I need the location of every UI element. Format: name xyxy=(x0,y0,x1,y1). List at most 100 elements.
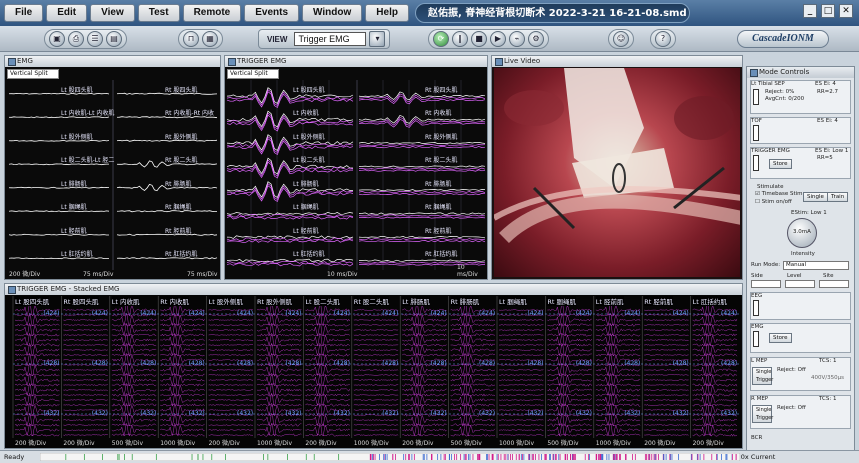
pause-icon[interactable]: ‖ xyxy=(452,31,468,47)
site-select[interactable] xyxy=(819,280,849,288)
stacked-trace xyxy=(63,429,108,431)
stacked-trace xyxy=(402,422,447,437)
emg-channel-label-right: Rt 股二头肌 xyxy=(165,157,198,165)
menu-remote[interactable]: Remote xyxy=(182,4,242,22)
lmep-value: 400V/350μs xyxy=(811,375,844,381)
maximize-button[interactable]: □ xyxy=(821,4,835,18)
emg-left-trace xyxy=(8,210,110,213)
menu-window[interactable]: Window xyxy=(302,4,363,22)
stacked-trace xyxy=(256,393,302,397)
stacked-trace xyxy=(14,393,60,397)
stacked-trace xyxy=(208,379,253,381)
print-icon[interactable]: ⎙ xyxy=(68,31,84,47)
menu-test[interactable]: Test xyxy=(137,4,180,22)
emg-left-trace xyxy=(8,139,110,142)
eeg-label: EEG xyxy=(751,293,763,299)
stacked-trace xyxy=(450,373,496,377)
run-mode-select[interactable]: Manual xyxy=(783,261,849,270)
lmep-single-trigger-button[interactable]: Single Trigger xyxy=(752,367,773,385)
trigger-channel-label-left: Lt 肛括约肌 xyxy=(293,251,325,259)
lock-icon[interactable]: ⊓ xyxy=(183,31,199,47)
stacked-trace xyxy=(208,349,254,351)
stacked-trace xyxy=(644,334,689,336)
stacked-trace xyxy=(644,319,689,321)
stacked-marker-label: (432) xyxy=(479,410,496,417)
eeg-indicator xyxy=(753,300,759,316)
stacked-trace xyxy=(498,349,544,351)
help-icon[interactable]: ? xyxy=(655,31,671,47)
users-icon[interactable]: ☺ xyxy=(613,31,629,47)
trigger-left-trace xyxy=(226,185,354,203)
minimize-button[interactable]: _ xyxy=(803,4,817,18)
stacked-trace xyxy=(305,353,350,357)
emg-left-trace xyxy=(8,186,110,189)
stacked-column-label: Rt 胫前肌 xyxy=(644,296,673,306)
stacked-trace xyxy=(256,433,302,437)
temg-store-button[interactable]: Store xyxy=(769,159,792,169)
view-select[interactable]: Trigger EMG xyxy=(294,32,367,46)
stacked-marker-label: (428) xyxy=(140,360,157,367)
stacked-trace xyxy=(644,339,689,341)
stacked-trace xyxy=(256,373,302,377)
ep-icon[interactable]: ⌁ xyxy=(509,31,525,47)
site-label: Site xyxy=(823,273,834,279)
stacked-column-scale: 1000 微/Div xyxy=(353,440,389,447)
review-icon[interactable]: ☰ xyxy=(87,31,103,47)
stacked-trace xyxy=(63,339,108,341)
save-icon[interactable]: ▣ xyxy=(49,31,65,47)
event-timeline[interactable] xyxy=(40,453,740,461)
menu-edit[interactable]: Edit xyxy=(46,4,88,22)
menu-bar: File Edit View Test Remote Events Window… xyxy=(4,4,409,22)
emg-channel-label-left: Lt 内收肌-Lt 内收肌 xyxy=(61,110,115,118)
view-group: VIEW Trigger EMG ▾ xyxy=(258,29,391,49)
side-select[interactable] xyxy=(751,280,781,288)
notes-icon[interactable]: ▤ xyxy=(106,31,122,47)
menu-help[interactable]: Help xyxy=(365,4,409,22)
temg-indicator xyxy=(753,155,759,171)
trigger-left-trace xyxy=(226,212,354,216)
stacked-marker-label: (432) xyxy=(527,410,544,417)
stacked-trace xyxy=(450,323,496,327)
rmep-single-trigger-button[interactable]: Single Trigger xyxy=(752,405,773,423)
stacked-trace xyxy=(305,373,350,377)
trigger-channel-label-right: Rt 内收肌 xyxy=(425,110,452,118)
stacked-trace xyxy=(498,319,544,321)
stacked-trace xyxy=(208,404,254,406)
stacked-column-scale: 1000 微/Div xyxy=(257,440,293,447)
level-select[interactable] xyxy=(785,280,815,288)
stacked-column-scale: 200 微/Div xyxy=(305,440,337,447)
menu-view[interactable]: View xyxy=(90,4,135,22)
menu-events[interactable]: Events xyxy=(244,4,300,22)
stacked-column-scale: 200 微/Div xyxy=(692,440,724,447)
config-icon[interactable]: ⚙ xyxy=(528,31,544,47)
stacked-column-scale: 1000 微/Div xyxy=(595,440,631,447)
chevron-down-icon[interactable]: ▾ xyxy=(369,31,386,47)
stacked-trace xyxy=(644,329,689,331)
stacked-trace xyxy=(208,354,254,356)
emg-store-button[interactable]: Store xyxy=(769,333,792,343)
stacked-marker-label: (428) xyxy=(285,360,302,367)
stacked-trace xyxy=(450,393,496,397)
stacked-trace xyxy=(498,419,544,421)
menu-file[interactable]: File xyxy=(4,4,44,22)
close-button[interactable]: ✕ xyxy=(839,4,853,18)
refresh-icon[interactable]: ⟳ xyxy=(433,31,449,47)
single-stim-button[interactable]: Single xyxy=(803,192,828,202)
emg-channel-label-left: Lt 肛括约肌 xyxy=(61,251,93,259)
stacked-trace xyxy=(353,369,399,371)
layout-icon[interactable]: ▦ xyxy=(202,31,218,47)
trigger-left-trace xyxy=(226,114,354,132)
stacked-trace xyxy=(305,393,350,397)
stacked-trace xyxy=(498,374,544,376)
stop-icon[interactable]: ■ xyxy=(471,31,487,47)
stacked-trace xyxy=(111,403,157,407)
stacked-trace xyxy=(450,353,496,357)
stacked-trace xyxy=(498,424,544,426)
play-icon[interactable]: ▶ xyxy=(490,31,506,47)
stacked-trace xyxy=(402,423,447,427)
stacked-trace xyxy=(111,393,157,397)
train-stim-button[interactable]: Train xyxy=(827,192,849,202)
trigger-right-trace xyxy=(358,193,486,196)
stacked-trace xyxy=(402,393,447,397)
stacked-trace xyxy=(402,373,447,377)
